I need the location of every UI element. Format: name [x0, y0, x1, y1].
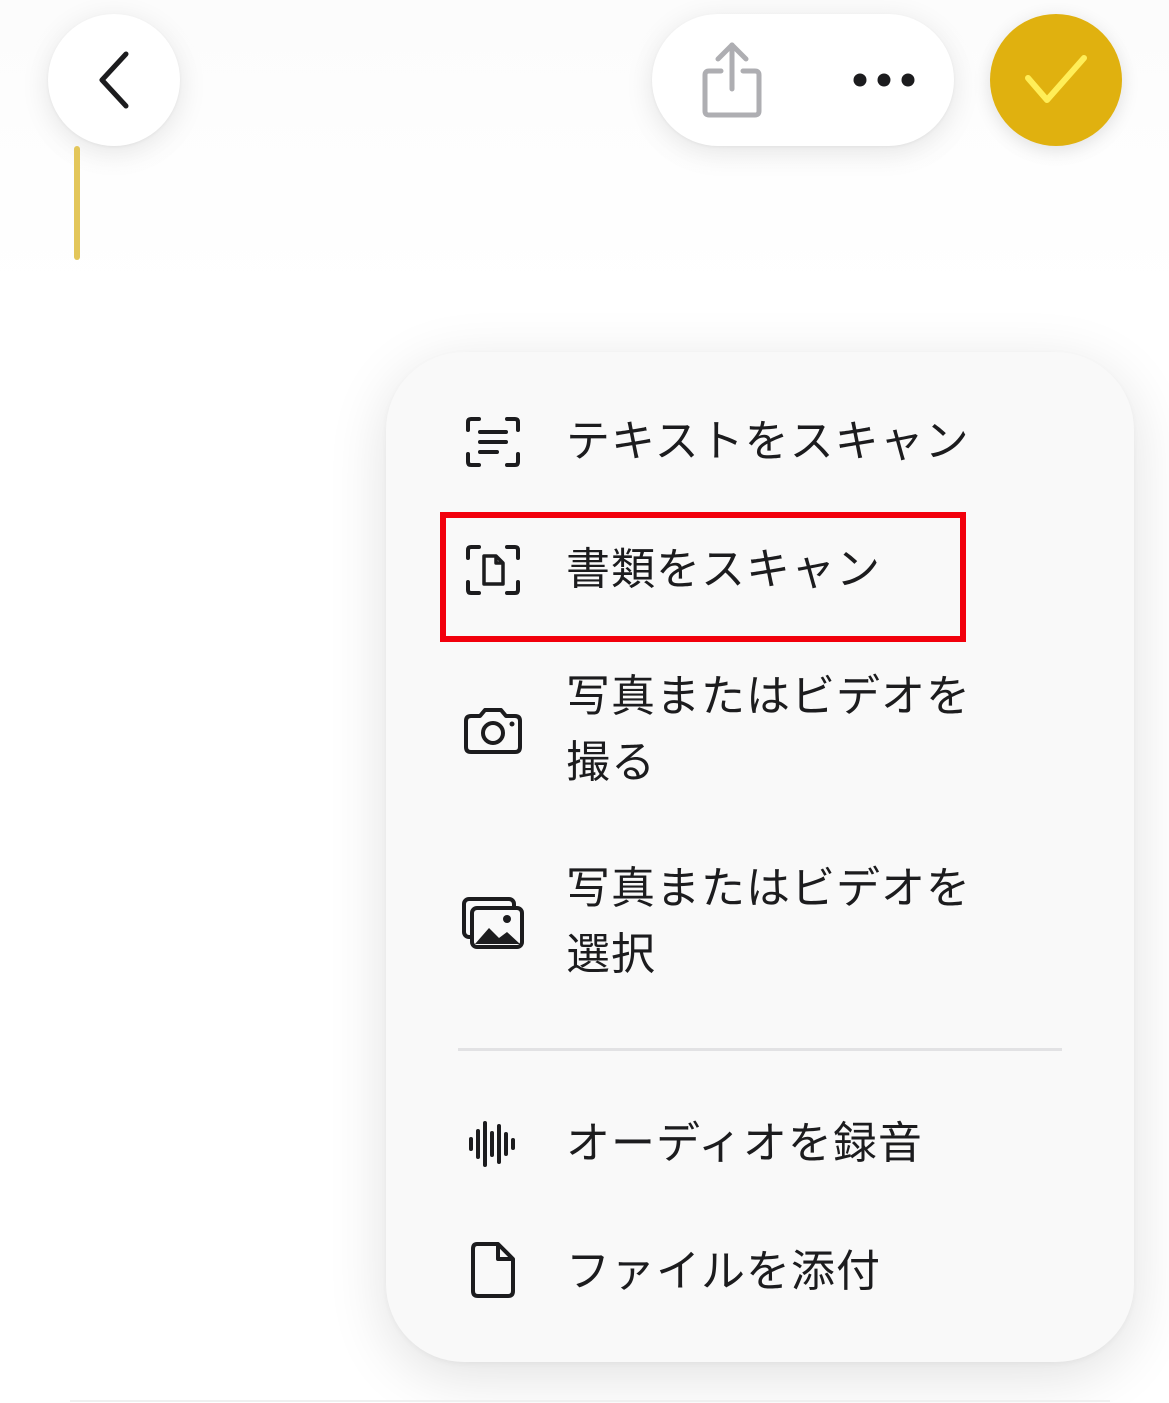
menu-item-attach-file[interactable]: ファイルを添付 [386, 1222, 1134, 1322]
menu-item-scan-document[interactable]: 書類をスキャン [386, 520, 1134, 620]
done-button[interactable] [990, 14, 1122, 146]
checkmark-icon [1025, 55, 1087, 103]
attachment-menu: テキストをスキャン 書類をスキャン 写真またはビデオを撮る 写真またはビデオを選… [386, 352, 1134, 1362]
menu-item-label: 書類をスキャン [566, 544, 881, 595]
toolbar-actions [652, 14, 954, 146]
menu-item-scan-text[interactable]: テキストをスキャン [386, 392, 1134, 492]
menu-divider [458, 1048, 1062, 1051]
menu-item-take-photo-video[interactable]: 写真またはビデオを撮る [386, 656, 1134, 806]
share-button[interactable] [682, 30, 782, 130]
text-scan-icon [458, 407, 528, 477]
note-background [0, 0, 1169, 300]
bottom-divider [70, 1400, 1110, 1402]
menu-item-choose-photo-video[interactable]: 写真またはビデオを選択 [386, 848, 1134, 998]
document-icon [458, 1235, 528, 1305]
back-button[interactable] [48, 14, 180, 146]
share-icon [702, 42, 762, 118]
camera-icon [458, 696, 528, 766]
photo-library-icon [458, 888, 528, 958]
menu-item-label: オーディオを録音 [566, 1118, 923, 1169]
more-button[interactable] [834, 30, 934, 130]
menu-item-record-audio[interactable]: オーディオを録音 [386, 1094, 1134, 1194]
text-cursor [74, 146, 80, 260]
chevron-left-icon [99, 51, 129, 109]
menu-item-label: テキストをスキャン [566, 416, 970, 467]
document-scan-icon [458, 535, 528, 605]
menu-item-label: 写真またはビデオを選択 [566, 863, 971, 980]
ellipsis-icon [853, 73, 915, 87]
menu-item-label: ファイルを添付 [566, 1246, 881, 1297]
waveform-icon [458, 1109, 528, 1179]
menu-item-label: 写真またはビデオを撮る [566, 671, 971, 788]
